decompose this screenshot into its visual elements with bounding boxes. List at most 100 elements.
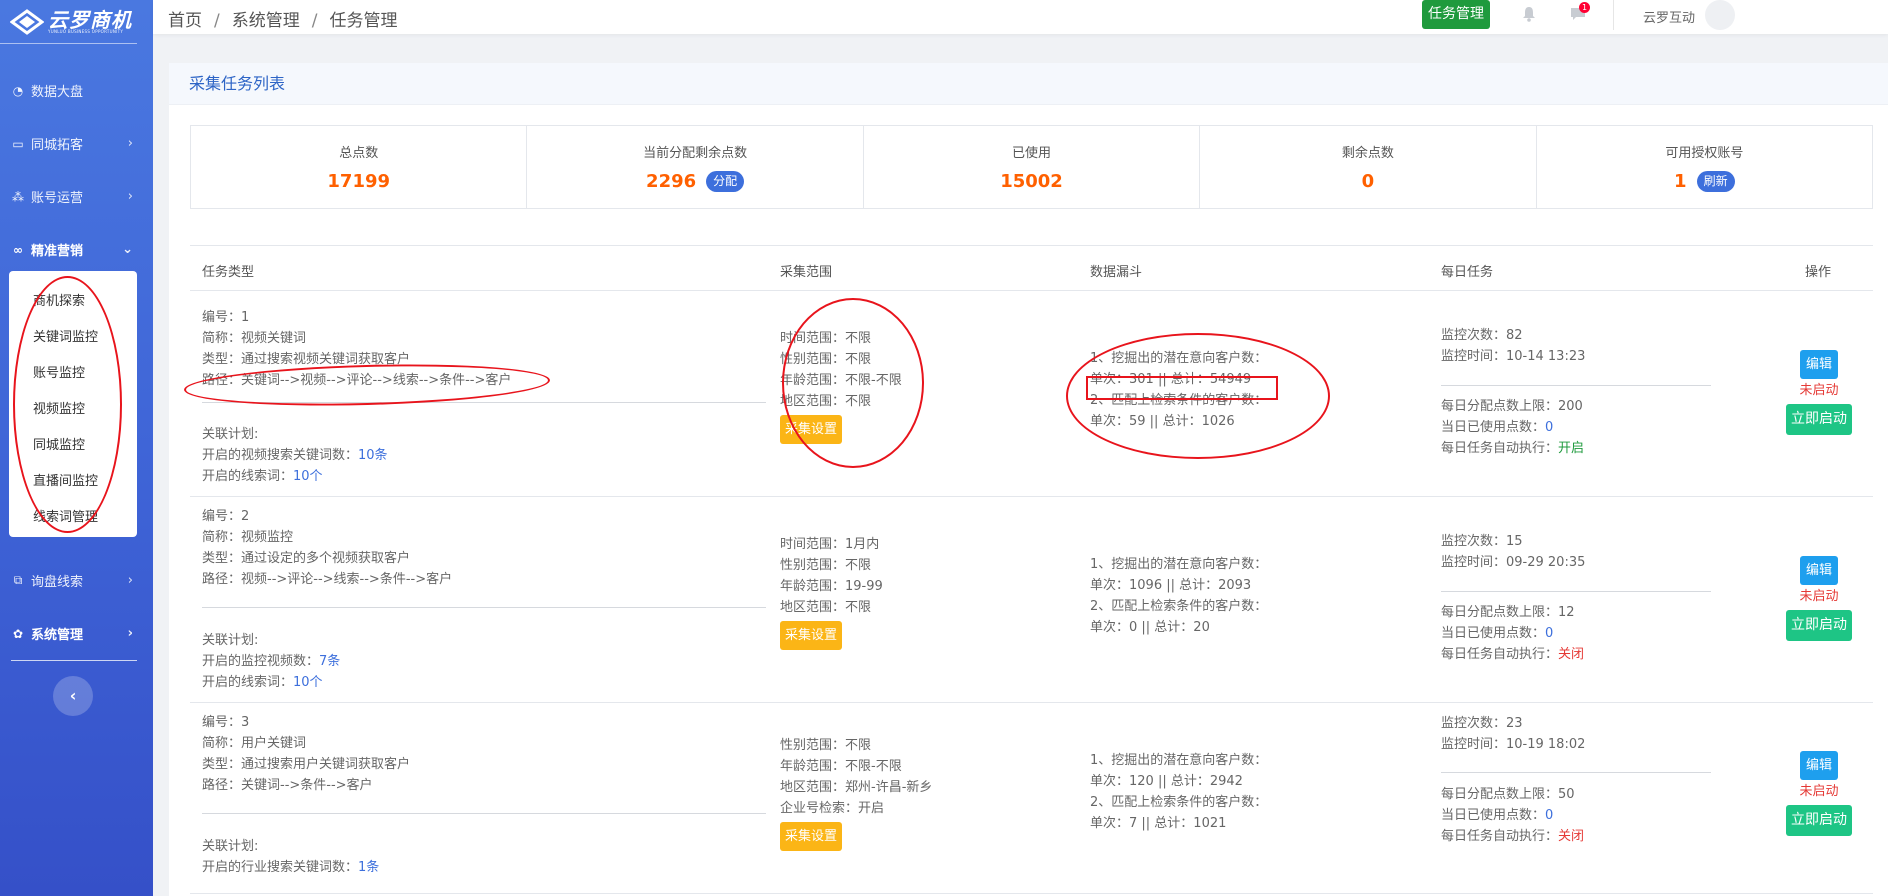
submenu-item-account-monitor[interactable]: 账号监控 (9, 356, 137, 392)
stats-bar: 总点数 17199 当前分配剩余点数 2296 分配 已使用 15002 剩余点数… (190, 125, 1873, 209)
start-now-button[interactable]: 立即启动 (1786, 404, 1852, 435)
submenu-item-opportunity[interactable]: 商机探索 (9, 284, 137, 320)
task-info: 编号：1 简称：视频关键词 类型：通过搜索视频关键词获取客户 路径：关键词-->… (202, 307, 511, 391)
task-id: 编号：3 (202, 715, 250, 730)
nav-label: 账号运营 (31, 191, 84, 206)
auto-exec-label: 每日任务自动执行： (1441, 441, 1559, 456)
plan-item-link[interactable]: 10条 (358, 448, 388, 463)
daily-quota: 每日分配点数上限：12 当日已使用点数：0 每日任务自动执行：关闭 (1441, 602, 1584, 665)
nav-item-inquiry-leads[interactable]: ⧉ 询盘线索 › (0, 554, 153, 607)
submenu-item-keyword-monitor[interactable]: 关键词监控 (9, 320, 137, 356)
scope-line: 性别范围：不限 (780, 352, 872, 367)
stat-value: 0 (1361, 171, 1375, 192)
collapse-sidebar-button[interactable]: ‹ (53, 676, 93, 716)
breadcrumb: 首页 / 系统管理 / 任务管理 (168, 11, 398, 31)
user-name[interactable]: 云罗互动 (1643, 7, 1695, 26)
stat-remaining: 剩余点数 0 (1200, 126, 1537, 208)
scope-info: 时间范围：1月内 性别范围：不限 年龄范围：19-99 地区范围：不限 采集设置 (780, 534, 883, 650)
logo-icon (9, 8, 45, 36)
status-badge: 未启动 (1799, 784, 1839, 799)
nav-item-dashboard[interactable]: ◔ 数据大盘 (0, 64, 153, 117)
nav-item-precise-marketing[interactable]: ∞ 精准营销 ⌄ (0, 223, 153, 276)
daily-monitor: 监控次数：23 监控时间：10-19 18:02 (1441, 713, 1585, 755)
plan-title: 关联计划: (202, 633, 259, 648)
stat-label: 剩余点数 (1341, 146, 1394, 161)
funnel-info: 1、挖掘出的潜在意向客户数： 单次：301 || 总计：54949 2、匹配上检… (1090, 348, 1267, 432)
table-header: 任务类型 采集范围 数据漏斗 每日任务 操作 (190, 246, 1873, 291)
auto-exec-label: 每日任务自动执行： (1441, 829, 1559, 844)
plan-item-link[interactable]: 1条 (358, 860, 379, 875)
chevron-right-icon: › (127, 626, 133, 641)
daily-quota: 每日分配点数上限：200 当日已使用点数：0 每日任务自动执行：开启 (1441, 396, 1584, 459)
status-badge: 未启动 (1799, 383, 1839, 398)
divider (202, 607, 766, 608)
task-id: 编号：2 (202, 509, 250, 524)
stat-label: 当前分配剩余点数 (643, 146, 748, 161)
task-management-button[interactable]: 任务管理 (1422, 0, 1490, 29)
edit-button[interactable]: 编辑 (1800, 350, 1838, 379)
task-id: 编号：1 (202, 310, 250, 325)
edit-button[interactable]: 编辑 (1800, 556, 1838, 585)
divider (1441, 385, 1711, 386)
collect-settings-button[interactable]: 采集设置 (780, 415, 843, 444)
stat-total-points: 总点数 17199 (191, 126, 528, 208)
scope-line: 地区范围：不限 (780, 600, 872, 615)
funnel-line: 2、匹配上检索条件的客户数： (1090, 393, 1268, 408)
submenu-item-video-monitor[interactable]: 视频监控 (9, 392, 137, 428)
bell-icon[interactable] (1522, 6, 1538, 22)
chevron-right-icon: › (127, 189, 133, 204)
funnel-line: 单次：301 || 总计：54949 (1090, 372, 1252, 387)
plan-item-link[interactable]: 10个 (293, 469, 323, 484)
page-title: 采集任务列表 (169, 63, 1888, 105)
plan-item-link[interactable]: 10个 (293, 675, 323, 690)
daily-quota: 每日分配点数上限：50 当日已使用点数：0 每日任务自动执行：关闭 (1441, 784, 1584, 847)
table-row: 编号：3 简称：用户关键词 类型：通过搜索用户关键词获取客户 路径：关键词-->… (190, 704, 1873, 894)
stat-label: 可用授权账号 (1665, 146, 1744, 161)
sidebar: 云罗商机 YUNLUO BUSINESS OPPORTUNITY ◔ 数据大盘 … (0, 0, 153, 896)
monitor-count: 监控次数：15 (1441, 534, 1523, 549)
task-path: 路径：视频-->评论-->线索-->条件-->客户 (202, 572, 453, 587)
chevron-down-icon: ⌄ (122, 242, 133, 257)
avatar[interactable] (1705, 0, 1735, 30)
breadcrumb-home[interactable]: 首页 (168, 11, 202, 31)
monitor-time: 监控时间：10-14 13:23 (1441, 349, 1586, 364)
used-label: 当日已使用点数： (1441, 626, 1546, 641)
funnel-line: 单次：0 || 总计：20 (1090, 620, 1210, 635)
stat-authorized-accounts: 可用授权账号 1 刷新 (1537, 126, 1872, 208)
monitor-count: 监控次数：23 (1441, 716, 1523, 731)
stat-used: 已使用 15002 (864, 126, 1201, 208)
header-funnel: 数据漏斗 (1090, 265, 1143, 280)
nav-item-account-ops[interactable]: ⁂ 账号运营 › (0, 170, 153, 223)
plan-title: 关联计划: (202, 427, 259, 442)
submenu-item-local-monitor[interactable]: 同城监控 (9, 428, 137, 464)
logo[interactable]: 云罗商机 YUNLUO BUSINESS OPPORTUNITY (0, 0, 137, 44)
nav-item-local-leads[interactable]: ▭ 同城拓客 › (0, 117, 153, 170)
divider (202, 402, 766, 403)
header-scope: 采集范围 (780, 265, 833, 280)
scope-line: 年龄范围：不限-不限 (780, 373, 902, 388)
scope-line: 时间范围：1月内 (780, 537, 880, 552)
funnel-line: 单次：59 || 总计：1026 (1090, 414, 1235, 429)
collect-settings-button[interactable]: 采集设置 (780, 621, 843, 650)
submenu-item-clue-words[interactable]: 线索词管理 (9, 500, 137, 536)
status-badge: 未启动 (1799, 589, 1839, 604)
start-now-button[interactable]: 立即启动 (1786, 610, 1852, 641)
breadcrumb-system[interactable]: 系统管理 (232, 11, 300, 31)
plan-title: 关联计划: (202, 839, 259, 854)
funnel-line: 2、匹配上检索条件的客户数： (1090, 599, 1268, 614)
plan-item-link[interactable]: 7条 (319, 654, 340, 669)
table-row: 编号：1 简称：视频关键词 类型：通过搜索视频关键词获取客户 路径：关键词-->… (190, 292, 1873, 497)
collect-settings-button[interactable]: 采集设置 (780, 822, 843, 851)
submenu-item-live-monitor[interactable]: 直播间监控 (9, 464, 137, 500)
chevron-right-icon: › (127, 136, 133, 151)
nav-item-system-admin[interactable]: ✿ 系统管理 › (0, 607, 153, 660)
task-info: 编号：3 简称：用户关键词 类型：通过搜索用户关键词获取客户 路径：关键词-->… (202, 712, 410, 796)
used-value: 0 (1545, 626, 1554, 641)
edit-button[interactable]: 编辑 (1800, 751, 1838, 780)
task-path: 路径：关键词-->条件-->客户 (202, 778, 373, 793)
related-plan: 关联计划: 开启的监控视频数：7条 开启的线索词：10个 (202, 630, 340, 693)
plan-item-label: 开启的线索词： (202, 675, 294, 690)
refresh-button[interactable]: 刷新 (1696, 171, 1735, 192)
start-now-button[interactable]: 立即启动 (1786, 805, 1852, 836)
allocate-button[interactable]: 分配 (706, 171, 745, 192)
